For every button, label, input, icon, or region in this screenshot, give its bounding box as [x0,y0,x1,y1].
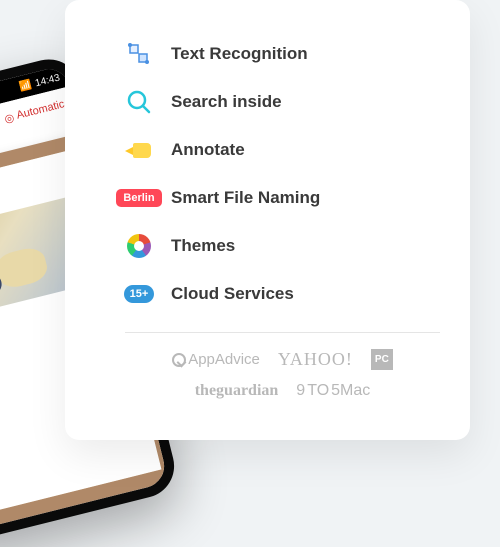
logo-guardian: theguardian [195,382,279,400]
status-time: 14:43 [34,72,61,89]
logo-9to5mac: 9TO5Mac [296,382,370,400]
feature-label: Annotate [171,140,245,160]
feature-card: Text Recognition Search inside Annotate … [65,0,470,440]
logo-appadvice: AppAdvice [172,349,260,370]
feature-label: Themes [171,236,235,256]
feature-label: Text Recognition [171,44,308,64]
highlighter-icon [125,136,153,164]
feature-themes: Themes [125,232,440,260]
signal-icon: 📶 [18,79,33,93]
feature-search-inside: Search inside [125,88,440,116]
logo-pcmag: PC [371,349,393,370]
feature-text-recognition: Text Recognition [125,40,440,68]
feature-label: Cloud Services [171,284,294,304]
badge-text: Berlin [116,189,161,207]
target-icon: ◎ [3,110,15,125]
divider [125,332,440,333]
themes-icon [125,232,153,260]
text-recognition-icon [125,40,153,68]
search-icon [125,88,153,116]
feature-label: Search inside [171,92,282,112]
cloud-count-badge-icon: 15+ [125,280,153,308]
feature-list: Text Recognition Search inside Annotate … [125,40,440,308]
logo-yahoo: YAHOO! [278,349,353,370]
automatic-toggle[interactable]: ◎ Automatic [3,98,66,125]
automatic-label: Automatic [15,98,65,121]
badge-text: 15+ [124,285,155,303]
berlin-badge-icon: Berlin [125,184,153,212]
feature-annotate: Annotate [125,136,440,164]
feature-cloud-services: 15+ Cloud Services [125,280,440,308]
feature-smart-file-naming: Berlin Smart File Naming [125,184,440,212]
press-logos: AppAdvice YAHOO! PC theguardian 9TO5Mac [125,349,440,400]
feature-label: Smart File Naming [171,188,320,208]
